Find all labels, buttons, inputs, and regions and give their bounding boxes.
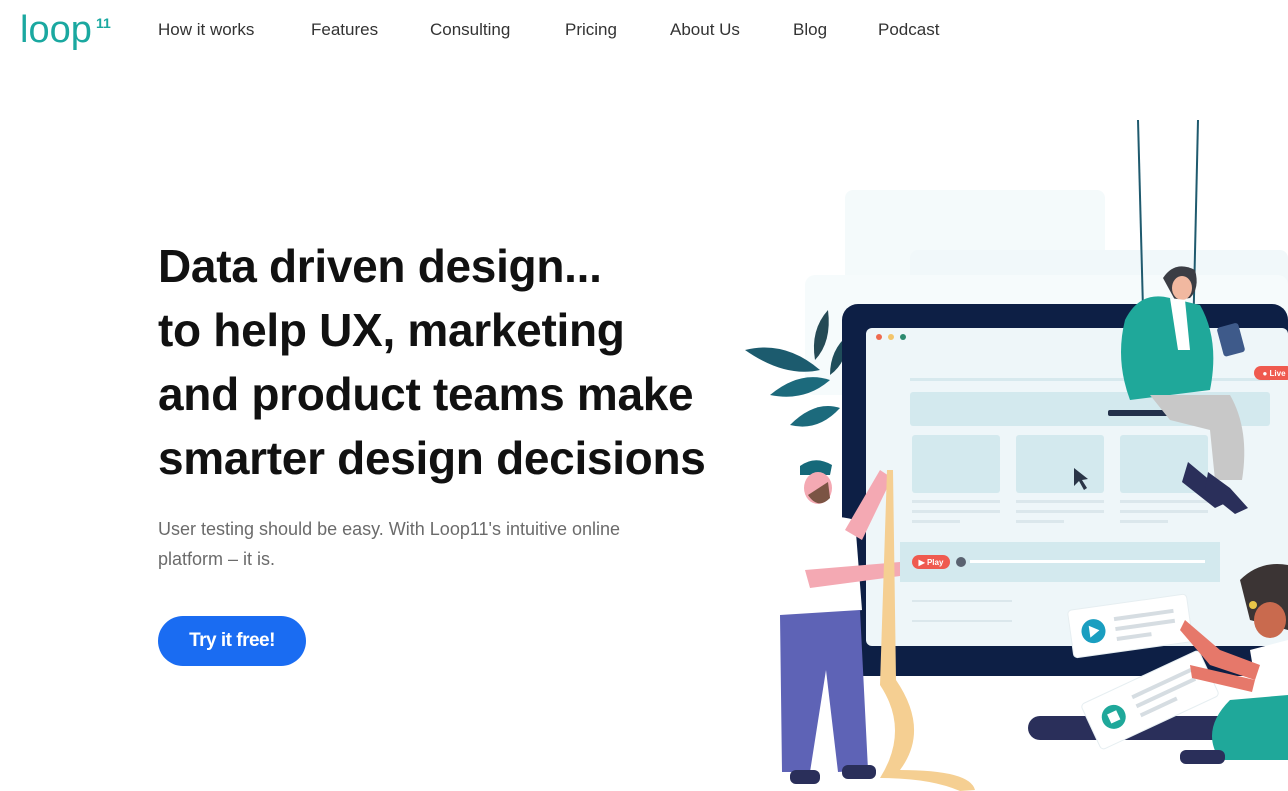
logo-wordmark: loop: [20, 9, 92, 51]
main-nav: How it works Features Consulting Pricing…: [158, 20, 939, 40]
screen-card: [1016, 435, 1104, 493]
window-dot-yellow: [888, 334, 894, 340]
nav-blog[interactable]: Blog: [793, 20, 878, 40]
hero-title-line: Data driven design...: [158, 240, 602, 292]
scrub-handle: [956, 557, 966, 567]
nav-how-it-works[interactable]: How it works: [158, 20, 311, 40]
loop11-logo[interactable]: loop 11: [20, 8, 116, 56]
nav-about-us[interactable]: About Us: [670, 20, 793, 40]
site-header: loop 11 How it works Features Consulting…: [0, 0, 1288, 64]
screen-card: [912, 435, 1000, 493]
nav-pricing[interactable]: Pricing: [565, 20, 670, 40]
nav-podcast[interactable]: Podcast: [878, 20, 939, 40]
window-dot-green: [900, 334, 906, 340]
try-it-free-button[interactable]: Try it free!: [158, 616, 306, 666]
play-badge-label: ▶ Play: [918, 558, 944, 567]
live-badge-label: ● Live: [1262, 369, 1286, 378]
hero-title-line: to help UX, marketing: [158, 304, 625, 356]
hero-title-line: and product teams make: [158, 368, 694, 420]
hero-subtitle: User testing should be easy. With Loop11…: [158, 519, 621, 569]
hero-title: Data driven design... to help UX, market…: [158, 234, 738, 490]
nav-consulting[interactable]: Consulting: [430, 20, 565, 40]
nav-features[interactable]: Features: [311, 20, 430, 40]
scrub-track: [970, 560, 1205, 563]
window-dot-red: [876, 334, 882, 340]
logo-superscript: 11: [96, 15, 111, 31]
hero-title-line: smarter design decisions: [158, 432, 706, 484]
screen-dash-line: [910, 378, 1270, 381]
hero-illustration: ▶ Play ● Live: [745, 119, 1288, 791]
